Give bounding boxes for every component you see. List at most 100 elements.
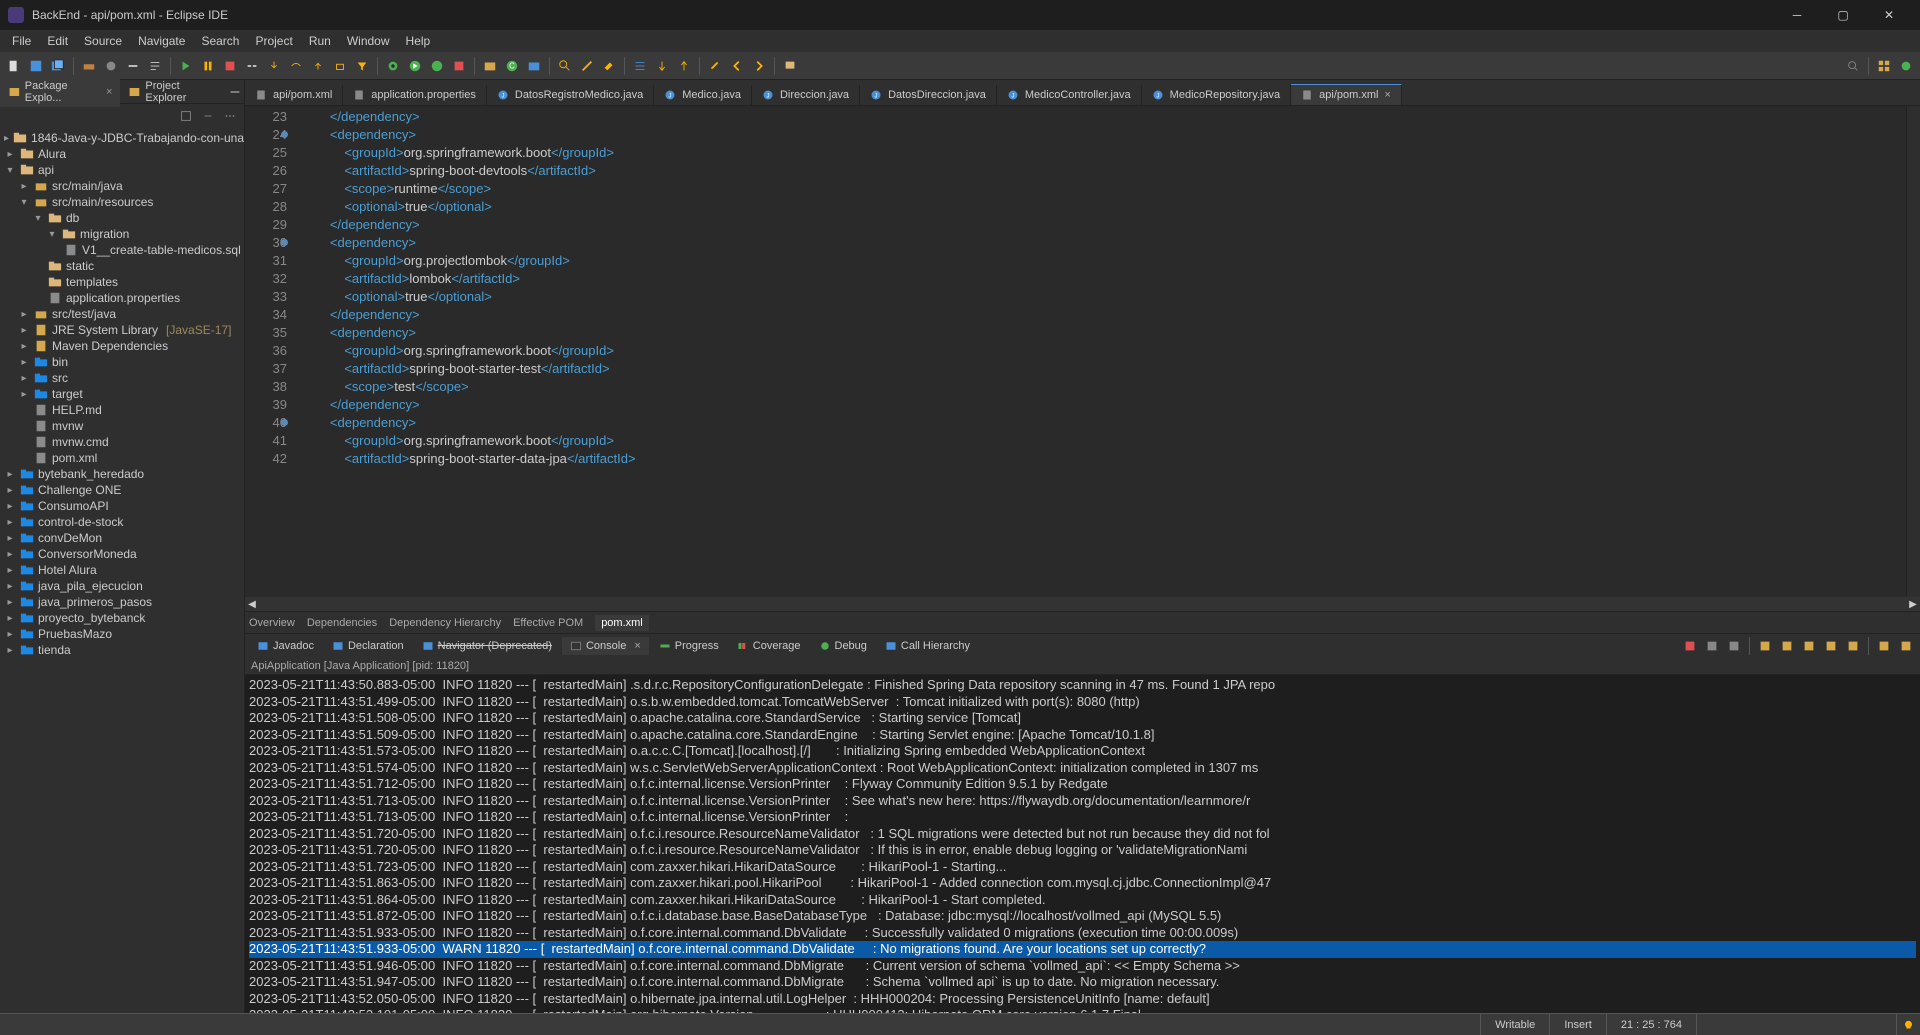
menu-edit[interactable]: Edit xyxy=(39,32,76,50)
stop-icon[interactable] xyxy=(220,56,240,76)
view-tab-progress[interactable]: Progress xyxy=(651,637,727,655)
disconnect-icon[interactable] xyxy=(242,56,262,76)
tree-item[interactable]: ▸Challenge ONE xyxy=(0,482,244,498)
tree-item[interactable]: ▸bin xyxy=(0,354,244,370)
new-package-icon[interactable] xyxy=(480,56,500,76)
tree-item[interactable]: ▸proyecto_bytebanck xyxy=(0,610,244,626)
save-all-icon[interactable] xyxy=(48,56,68,76)
tree-item[interactable]: ▸java_primeros_pasos xyxy=(0,594,244,610)
tree-item[interactable]: ▾db xyxy=(0,210,244,226)
debug-launch-icon[interactable] xyxy=(383,56,403,76)
tree-item[interactable]: ▸target xyxy=(0,386,244,402)
new-class-icon[interactable]: C xyxy=(502,56,522,76)
tree-item[interactable]: ▸JRE System Library[JavaSE-17] xyxy=(0,322,244,338)
maximize-button[interactable]: ▢ xyxy=(1820,0,1866,30)
view-tab-console[interactable]: Console× xyxy=(562,637,649,655)
clear-console-icon[interactable] xyxy=(1724,636,1744,656)
step-filter-icon[interactable] xyxy=(352,56,372,76)
external-tools-icon[interactable] xyxy=(449,56,469,76)
drop-frame-icon[interactable] xyxy=(330,56,350,76)
pom-tab-pom-xml[interactable]: pom.xml xyxy=(595,615,649,631)
tree-item[interactable]: V1__create-table-medicos.sql xyxy=(0,242,244,258)
terminate-icon[interactable] xyxy=(1680,636,1700,656)
pin-icon[interactable] xyxy=(780,56,800,76)
tree-item[interactable]: ▸src/test/java xyxy=(0,306,244,322)
tree-item[interactable]: static xyxy=(0,258,244,274)
overview-ruler[interactable] xyxy=(1906,106,1920,597)
menu-run[interactable]: Run xyxy=(301,32,339,50)
menu-source[interactable]: Source xyxy=(76,32,130,50)
coverage-launch-icon[interactable] xyxy=(427,56,447,76)
build-icon[interactable] xyxy=(79,56,99,76)
next-annotation-icon[interactable] xyxy=(652,56,672,76)
link-editor-icon[interactable] xyxy=(198,106,218,126)
open-type-icon[interactable] xyxy=(524,56,544,76)
pom-tab-overview[interactable]: Overview xyxy=(249,617,295,629)
tree-item[interactable]: ▸PruebasMazo xyxy=(0,626,244,642)
tree-item[interactable]: ▸Alura xyxy=(0,146,244,162)
editor-tab[interactable]: JMedico.java xyxy=(654,85,752,105)
view-tab-coverage[interactable]: Coverage xyxy=(729,637,809,655)
save-icon[interactable] xyxy=(26,56,46,76)
pause-icon[interactable] xyxy=(198,56,218,76)
console-output[interactable]: 2023-05-21T11:43:50.883-05:00 INFO 11820… xyxy=(245,675,1920,1013)
step-over-icon[interactable] xyxy=(286,56,306,76)
view-tab-declaration[interactable]: Declaration xyxy=(324,637,412,655)
tree-item[interactable]: ▾api xyxy=(0,162,244,178)
new-icon[interactable] xyxy=(4,56,24,76)
maximize-console-icon[interactable] xyxy=(1896,636,1916,656)
quick-access-icon[interactable] xyxy=(1843,56,1863,76)
paint-icon[interactable] xyxy=(599,56,619,76)
tree-item[interactable]: ▸tienda xyxy=(0,642,244,658)
tree-item[interactable]: ▸control-de-stock xyxy=(0,514,244,530)
close-button[interactable]: ✕ xyxy=(1866,0,1912,30)
tree-item[interactable]: mvnw.cmd xyxy=(0,434,244,450)
editor-tab[interactable]: application.properties xyxy=(343,85,487,105)
tree-item[interactable]: ▸ConversorMoneda xyxy=(0,546,244,562)
menu-file[interactable]: File xyxy=(4,32,39,50)
editor-tab[interactable]: JDireccion.java xyxy=(752,85,860,105)
editor-tab[interactable]: JDatosRegistroMedico.java xyxy=(487,85,654,105)
tree-item[interactable]: ▾migration xyxy=(0,226,244,242)
view-tab-call-hierarchy[interactable]: Call Hierarchy xyxy=(877,637,978,655)
back-icon[interactable] xyxy=(727,56,747,76)
menu-search[interactable]: Search xyxy=(193,32,247,50)
perspective-java-icon[interactable] xyxy=(1874,56,1894,76)
forward-icon[interactable] xyxy=(749,56,769,76)
tree-item[interactable]: ▸src xyxy=(0,370,244,386)
view-menu-icon[interactable] xyxy=(220,106,240,126)
toggle-mark-icon[interactable] xyxy=(630,56,650,76)
editor-tab[interactable]: api/pom.xml xyxy=(245,85,343,105)
tree-item[interactable]: ▾src/main/resources xyxy=(0,194,244,210)
tree-item[interactable]: templates xyxy=(0,274,244,290)
tree-item[interactable]: ▸convDeMon xyxy=(0,530,244,546)
pom-tab-effective-pom[interactable]: Effective POM xyxy=(513,617,583,629)
editor-tab[interactable]: JMedicoRepository.java xyxy=(1142,85,1291,105)
menu-window[interactable]: Window xyxy=(339,32,398,50)
format-icon[interactable] xyxy=(145,56,165,76)
editor-tab[interactable]: JMedicoController.java xyxy=(997,85,1142,105)
minimize-view-icon[interactable] xyxy=(226,82,245,102)
horizontal-scrollbar[interactable]: ◀▶ xyxy=(245,597,1920,611)
menu-project[interactable]: Project xyxy=(247,32,300,50)
pom-tab-dependencies[interactable]: Dependencies xyxy=(307,617,377,629)
show-console-icon[interactable] xyxy=(1777,636,1797,656)
tree-item[interactable]: HELP.md xyxy=(0,402,244,418)
editor-tab[interactable]: JDatosDireccion.java xyxy=(860,85,997,105)
editor-tab[interactable]: api/pom.xml× xyxy=(1291,84,1402,105)
tree-item[interactable]: pom.xml xyxy=(0,450,244,466)
tree-item[interactable]: ▸bytebank_heredado xyxy=(0,466,244,482)
open-console-icon[interactable] xyxy=(1843,636,1863,656)
last-edit-icon[interactable] xyxy=(705,56,725,76)
search-icon[interactable] xyxy=(555,56,575,76)
step-return-icon[interactable] xyxy=(308,56,328,76)
run-launch-icon[interactable] xyxy=(405,56,425,76)
view-tab-navigator-deprecated-[interactable]: Navigator (Deprecated) xyxy=(414,637,560,655)
tip-icon[interactable] xyxy=(1896,1014,1920,1035)
pin-console-icon[interactable] xyxy=(1799,636,1819,656)
tree-item[interactable]: ▸Maven Dependencies xyxy=(0,338,244,354)
tree-item[interactable]: ▸src/main/java xyxy=(0,178,244,194)
tree-item[interactable]: ▸java_pila_ejecucion xyxy=(0,578,244,594)
step-into-icon[interactable] xyxy=(264,56,284,76)
wand-icon[interactable] xyxy=(577,56,597,76)
